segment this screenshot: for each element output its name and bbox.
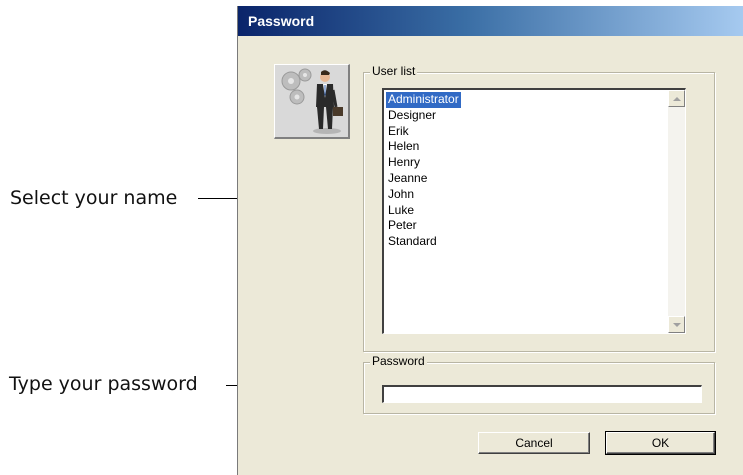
callout-type-password: Type your password [9, 373, 198, 395]
password-dialog: Password User list Administrator Designe… [237, 6, 743, 475]
list-item-designer[interactable]: Designer [386, 108, 461, 124]
list-item-henry[interactable]: Henry [386, 155, 461, 171]
window-title: Password [248, 13, 315, 29]
user-list-group: User list Administrator Designer Erik He… [363, 64, 715, 352]
arrow-up-icon [672, 96, 681, 101]
businessman-with-gears-icon [274, 64, 350, 139]
user-list-scrollbar[interactable] [668, 90, 685, 333]
callout-select-name: Select your name [10, 187, 178, 209]
arrow-down-icon [672, 322, 681, 327]
scroll-up-button[interactable] [668, 90, 685, 107]
password-label: Password [370, 354, 427, 368]
scroll-down-button[interactable] [668, 316, 685, 333]
list-item-administrator[interactable]: Administrator [386, 92, 461, 108]
ok-button[interactable]: OK [605, 431, 716, 455]
list-item-standard[interactable]: Standard [386, 234, 461, 250]
dialog-body: User list Administrator Designer Erik He… [238, 36, 743, 475]
user-listbox[interactable]: Administrator Designer Erik Helen Henry … [382, 88, 686, 334]
list-item-jeanne[interactable]: Jeanne [386, 171, 461, 187]
list-item-erik[interactable]: Erik [386, 124, 461, 140]
title-bar[interactable]: Password [238, 6, 743, 36]
user-list-label: User list [370, 64, 418, 78]
list-item-luke[interactable]: Luke [386, 203, 461, 219]
password-group: Password [363, 354, 715, 414]
list-item-helen[interactable]: Helen [386, 139, 461, 155]
password-field[interactable] [382, 385, 702, 403]
list-item-john[interactable]: John [386, 187, 461, 203]
cancel-button[interactable]: Cancel [478, 432, 590, 454]
user-list-items: Administrator Designer Erik Helen Henry … [386, 92, 461, 250]
list-item-peter[interactable]: Peter [386, 218, 461, 234]
